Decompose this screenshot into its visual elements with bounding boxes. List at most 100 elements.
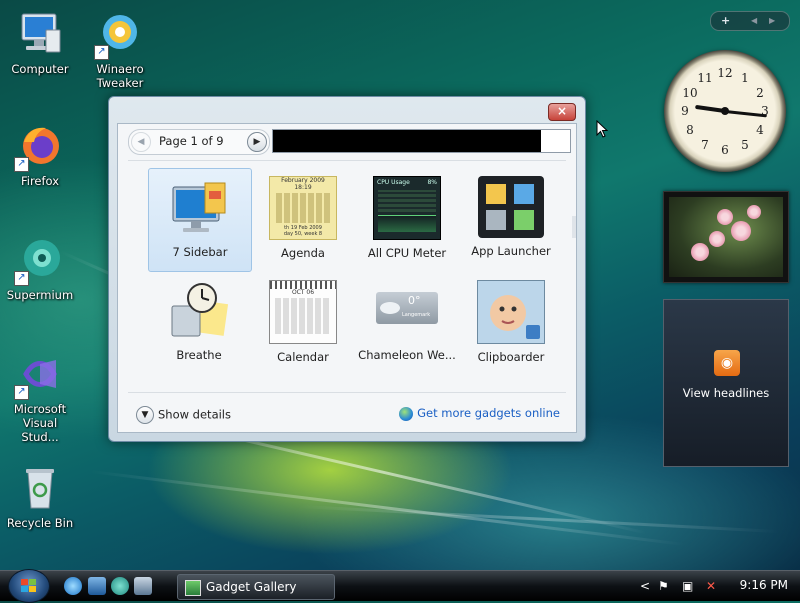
globe-icon (399, 406, 414, 421)
previous-page-button[interactable]: ◀ (131, 132, 151, 152)
clock-number: 2 (756, 86, 764, 100)
switch-windows-icon[interactable] (134, 577, 152, 595)
gadget-tile-7-sidebar[interactable]: 7 Sidebar (148, 168, 252, 272)
search-box[interactable] (272, 129, 574, 154)
add-gadget-button[interactable]: + (721, 12, 730, 30)
divider (128, 392, 566, 393)
gadget-tile-clipboarder[interactable]: Clipboarder (460, 272, 562, 374)
clock-number: 4 (756, 123, 764, 137)
gadget-tile-calendar[interactable]: OCT 06 Calendar (252, 272, 354, 374)
desktop-icon-label: Firefox (20, 174, 60, 188)
taskbar-gadget-gallery-button[interactable]: Gadget Gallery (177, 574, 335, 600)
taskbar-button-label: Gadget Gallery (206, 580, 297, 594)
app-launcher-thumbnail (478, 176, 544, 238)
start-button[interactable] (8, 569, 50, 603)
windows-logo-icon (21, 579, 37, 593)
cpu-title: CPU Usage (377, 179, 410, 186)
gadget-name: Agenda (281, 246, 325, 260)
taskbar: Gadget Gallery < ⚑ ▣ ✕ 9:16 PM (0, 569, 800, 603)
search-input[interactable] (273, 130, 574, 154)
gadget-name: Calendar (277, 350, 329, 364)
gadget-name: Clipboarder (477, 350, 545, 364)
gadget-tile-breathe[interactable]: Breathe (148, 272, 250, 374)
clock-gadget[interactable]: 12 1 2 3 4 5 6 7 8 9 10 11 (664, 50, 786, 172)
desktop-icon-label: Winaero Tweaker (96, 62, 144, 90)
weather-thumbnail: 0° Langemark (374, 280, 440, 342)
computer-icon (16, 10, 64, 58)
close-button[interactable]: × (548, 103, 576, 121)
clock-number: 1 (741, 71, 749, 85)
firefox-icon: ↗ (14, 122, 64, 172)
shortcut-arrow-icon: ↗ (94, 45, 109, 60)
divider (128, 160, 566, 161)
show-details-button[interactable]: ▼ Show details (136, 406, 231, 424)
calendar-month: OCT 06 (291, 289, 315, 296)
desktop-icon-recycle-bin[interactable]: Recycle Bin (0, 464, 80, 530)
clock-number: 7 (701, 138, 709, 152)
scrollbar[interactable] (572, 216, 576, 238)
clock-hub (721, 107, 729, 115)
weather-panel: 0° Langemark (376, 292, 438, 324)
gadget-gallery-icon (185, 580, 201, 596)
shortcut-arrow-icon: ↗ (14, 271, 29, 286)
clock-number: 12 (717, 66, 733, 80)
get-more-gadgets-link[interactable]: Get more gadgets online (399, 406, 560, 421)
desktop-icon-label: Computer (11, 62, 69, 76)
gadget-name: Chameleon We... (358, 348, 456, 362)
network-icon[interactable]: ▣ (682, 579, 693, 593)
flower (731, 221, 751, 241)
calendar-grid (275, 298, 331, 334)
show-hidden-icons-button[interactable]: < (640, 579, 650, 593)
shortcut-arrow-icon: ↗ (14, 157, 29, 172)
supermium-icon: ↗ (14, 236, 64, 286)
flower (747, 205, 761, 219)
cpu-bars (378, 190, 436, 212)
breathe-thumbnail (166, 280, 232, 342)
calendar-thumbnail: OCT 06 (269, 280, 337, 344)
chevron-down-icon: ▼ (136, 406, 154, 424)
cpu-percent: 8% (427, 179, 437, 186)
winaero-tweaker-icon: ↗ (94, 10, 144, 60)
action-center-flag-icon[interactable]: ⚑ (658, 579, 669, 593)
visual-studio-icon: ↗ (14, 350, 64, 400)
gadget-tile-agenda[interactable]: February 2009 18:19 th 19 Feb 2009 day 5… (252, 168, 354, 270)
gadget-tile-chameleon-weather[interactable]: 0° Langemark Chameleon We... (356, 272, 458, 374)
desktop-icon-visual-studio[interactable]: ↗ Microsoft Visual Stud... (0, 350, 80, 444)
clock-number: 5 (741, 138, 749, 152)
agenda-footer: day 50, week 8 (283, 231, 323, 237)
internet-explorer-icon[interactable] (64, 577, 82, 595)
calendar-rings (270, 281, 336, 289)
cpu-title-row: CPU Usage 8% (374, 177, 440, 188)
agenda-grid (276, 193, 330, 223)
desktop-icon-label: Recycle Bin (6, 516, 74, 530)
desktop-icon-label: Microsoft Visual Stud... (13, 402, 67, 444)
gadget-name: All CPU Meter (367, 246, 447, 260)
clock-number: 11 (697, 71, 713, 85)
feed-headlines-gadget[interactable]: ◉ View headlines (663, 299, 789, 467)
cloud-icon (380, 302, 400, 314)
desktop-icon-computer[interactable]: Computer (0, 10, 80, 76)
supermium-quicklaunch-icon[interactable] (111, 577, 129, 595)
cpu-meter-thumbnail: CPU Usage 8% (373, 176, 441, 240)
gadget-tile-app-launcher[interactable]: App Launcher (460, 168, 562, 270)
shortcut-arrow-icon: ↗ (14, 385, 29, 400)
gadget-name: App Launcher (471, 244, 551, 258)
slideshow-gadget[interactable] (663, 191, 789, 283)
gallery-content: ◀ Page 1 of 9 ▶ 7 Sidebar February 2009 … (117, 123, 577, 433)
sidebar-prev-button[interactable]: ◀ (751, 12, 757, 30)
recycle-bin-icon (16, 464, 64, 512)
gadget-tile-all-cpu-meter[interactable]: CPU Usage 8% All CPU Meter (356, 168, 458, 270)
desktop-icon-firefox[interactable]: ↗ Firefox (0, 122, 80, 188)
volume-muted-icon[interactable]: ✕ (706, 579, 716, 593)
desktop-icon-winaero-tweaker[interactable]: ↗ Winaero Tweaker (80, 10, 160, 90)
weather-location: Langemark (402, 312, 431, 318)
flower (717, 209, 733, 225)
show-desktop-icon[interactable] (88, 577, 106, 595)
desktop-icon-supermium[interactable]: ↗ Supermium (0, 236, 80, 302)
tray-clock[interactable]: 9:16 PM (740, 578, 788, 592)
next-page-button[interactable]: ▶ (247, 132, 267, 152)
pager: ◀ Page 1 of 9 ▶ (128, 129, 270, 155)
system-tray: < ⚑ ▣ ✕ 9:16 PM (636, 571, 800, 601)
sidebar-next-button[interactable]: ▶ (769, 12, 775, 30)
show-details-label: Show details (158, 407, 231, 422)
